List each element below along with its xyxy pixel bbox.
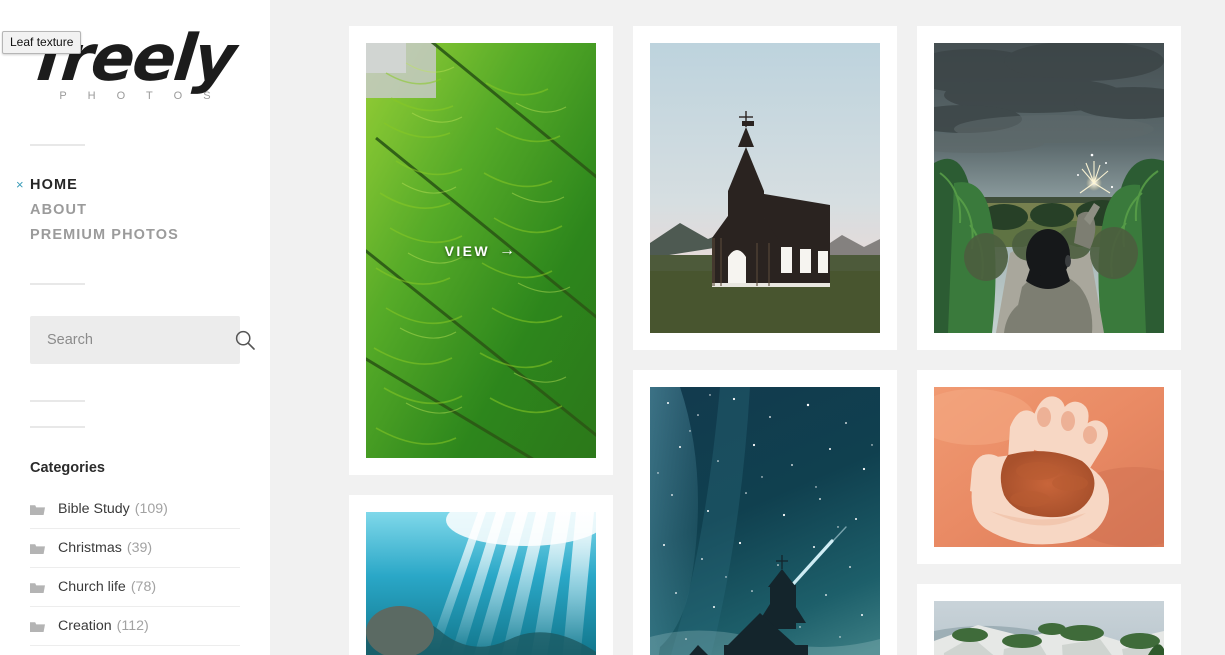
arrow-right-icon: → — [498, 241, 518, 259]
category-count: (39) — [126, 540, 153, 556]
nav-item-premium-photos[interactable]: PREMIUM PHOTOS — [0, 222, 270, 247]
nav-item-home-label: HOME — [30, 176, 78, 193]
photo-card-sparkler-cornfield[interactable] — [917, 26, 1181, 350]
divider-above-categories — [30, 426, 85, 428]
folder-icon — [30, 503, 45, 516]
gallery-column-2 — [633, 26, 897, 655]
photo-card-leaf-texture[interactable]: VIEW → — [349, 26, 613, 475]
view-overlay[interactable]: VIEW → — [366, 43, 596, 458]
folder-icon — [30, 620, 45, 633]
page-root: Leaf texture freely P H O T O S × HOME A… — [0, 0, 1225, 655]
category-item-church-life[interactable]: Church life (78) — [30, 568, 240, 607]
active-marker-icon: × — [16, 177, 25, 192]
categories-title: Categories — [30, 460, 105, 476]
category-count: (109) — [134, 501, 168, 517]
category-name: Bible Study — [58, 501, 130, 517]
photo-card-black-church[interactable] — [633, 26, 897, 350]
category-name: Christmas — [58, 540, 122, 556]
view-label: VIEW — [444, 242, 490, 259]
photo-hand-red-sand[interactable] — [934, 387, 1164, 547]
sidebar: Leaf texture freely P H O T O S × HOME A… — [0, 0, 270, 655]
photo-card-cliff-viewpoint[interactable] — [917, 584, 1181, 655]
photo-black-church[interactable] — [650, 43, 880, 333]
category-name: Church life — [58, 579, 126, 595]
photo-starry-night-church[interactable] — [650, 387, 880, 655]
divider-top — [30, 144, 85, 146]
nav-item-home[interactable]: × HOME — [0, 172, 270, 197]
photo-cliff-viewpoint[interactable] — [934, 601, 1164, 655]
category-count: (78) — [130, 579, 157, 595]
category-name: Creation — [58, 618, 112, 634]
tooltip-leaf-texture: Leaf texture — [2, 31, 82, 54]
folder-icon — [30, 581, 45, 594]
gallery-column-1: VIEW → — [349, 26, 613, 655]
search-widget — [30, 316, 255, 364]
nav-item-about[interactable]: ABOUT — [0, 197, 270, 222]
photo-sparkler-cornfield[interactable] — [934, 43, 1164, 333]
categories-list: Bible Study (109) Christmas (39) Church … — [30, 490, 240, 646]
category-item-creation[interactable]: Creation (112) — [30, 607, 240, 646]
nav-item-about-label: ABOUT — [30, 201, 88, 218]
photo-card-hand-red-sand[interactable] — [917, 370, 1181, 564]
search-box[interactable] — [30, 316, 255, 364]
search-icon[interactable] — [234, 329, 256, 351]
gallery-column-3 — [917, 26, 1181, 655]
photo-leaf-texture[interactable]: VIEW → — [366, 43, 596, 458]
photo-card-starry-night-church[interactable] — [633, 370, 897, 655]
category-item-bible-study[interactable]: Bible Study (109) — [30, 490, 240, 529]
gallery-columns: VIEW → — [270, 26, 1225, 655]
category-count: (112) — [116, 618, 149, 634]
primary-nav: × HOME ABOUT PREMIUM PHOTOS — [0, 172, 270, 247]
divider-below-search — [30, 400, 85, 402]
nav-item-premium-photos-label: PREMIUM PHOTOS — [30, 226, 179, 243]
photo-gallery: VIEW → — [270, 0, 1225, 655]
folder-icon — [30, 542, 45, 555]
photo-card-underwater-rocks[interactable] — [349, 495, 613, 655]
photo-underwater-rocks[interactable] — [366, 512, 596, 655]
divider-above-search — [30, 283, 85, 285]
search-input[interactable] — [47, 332, 234, 348]
category-item-christmas[interactable]: Christmas (39) — [30, 529, 240, 568]
